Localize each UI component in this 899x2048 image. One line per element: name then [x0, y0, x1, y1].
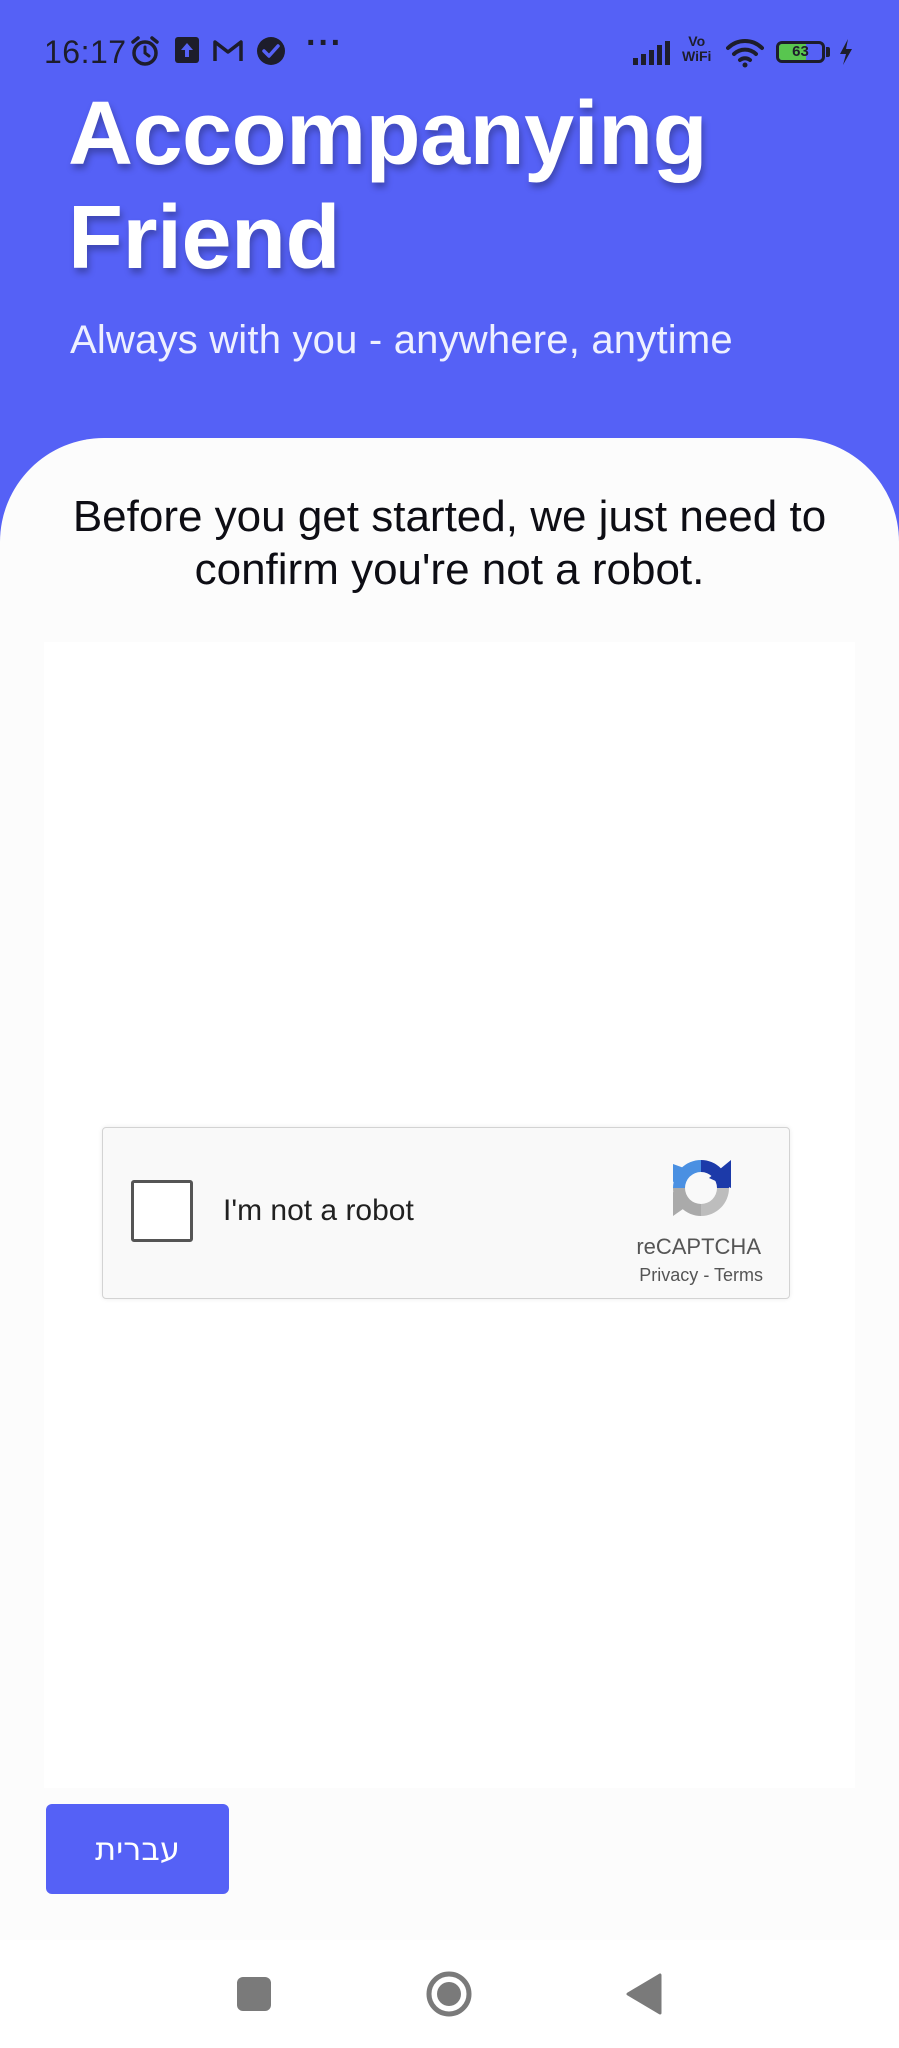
alarm-icon: [128, 34, 162, 73]
battery-level: 63: [792, 43, 809, 60]
vowifi-bottom: WiFi: [682, 48, 712, 64]
status-time: 16:17: [44, 34, 127, 70]
more-notifications-icon: ···: [306, 24, 343, 62]
wifi-icon: [726, 38, 764, 73]
home-circle-icon: [425, 1970, 473, 2023]
signal-icon: [632, 40, 674, 71]
back-button[interactable]: [618, 1970, 670, 2022]
recaptcha-widget: I'm not a robot reCAPTCHA Privacy - Term…: [102, 1127, 790, 1299]
vowifi-indicator: Vo WiFi: [682, 34, 711, 64]
upload-icon: [174, 36, 200, 69]
vowifi-top: Vo: [688, 33, 706, 49]
check-badge-icon: [256, 36, 286, 71]
recaptcha-logo-icon: [665, 1152, 737, 1224]
home-button[interactable]: [423, 1970, 475, 2022]
not-robot-label[interactable]: I'm not a robot: [223, 1194, 414, 1228]
system-navigation-bar: [0, 1940, 899, 2048]
battery-icon: 63: [776, 41, 825, 63]
link-separator: -: [703, 1265, 710, 1285]
back-triangle-icon: [625, 1973, 663, 2020]
robot-check-prompt: Before you get started, we just need to …: [72, 492, 827, 594]
terms-link[interactable]: Terms: [714, 1265, 763, 1285]
privacy-link[interactable]: Privacy: [639, 1265, 698, 1285]
recent-apps-button[interactable]: [228, 1970, 280, 2022]
app-title: Accompanying Friend: [68, 84, 708, 288]
battery-tip: [826, 47, 830, 57]
hebrew-language-button[interactable]: עברית: [46, 1804, 229, 1894]
app-subtitle: Always with you - anywhere, anytime: [70, 318, 733, 362]
recaptcha-brand: reCAPTCHA: [636, 1234, 761, 1259]
gmail-icon: [212, 39, 244, 68]
square-icon: [236, 1976, 272, 2017]
not-robot-checkbox[interactable]: [131, 1180, 193, 1242]
recaptcha-links: Privacy - Terms: [639, 1265, 763, 1286]
charging-icon: [838, 38, 854, 71]
